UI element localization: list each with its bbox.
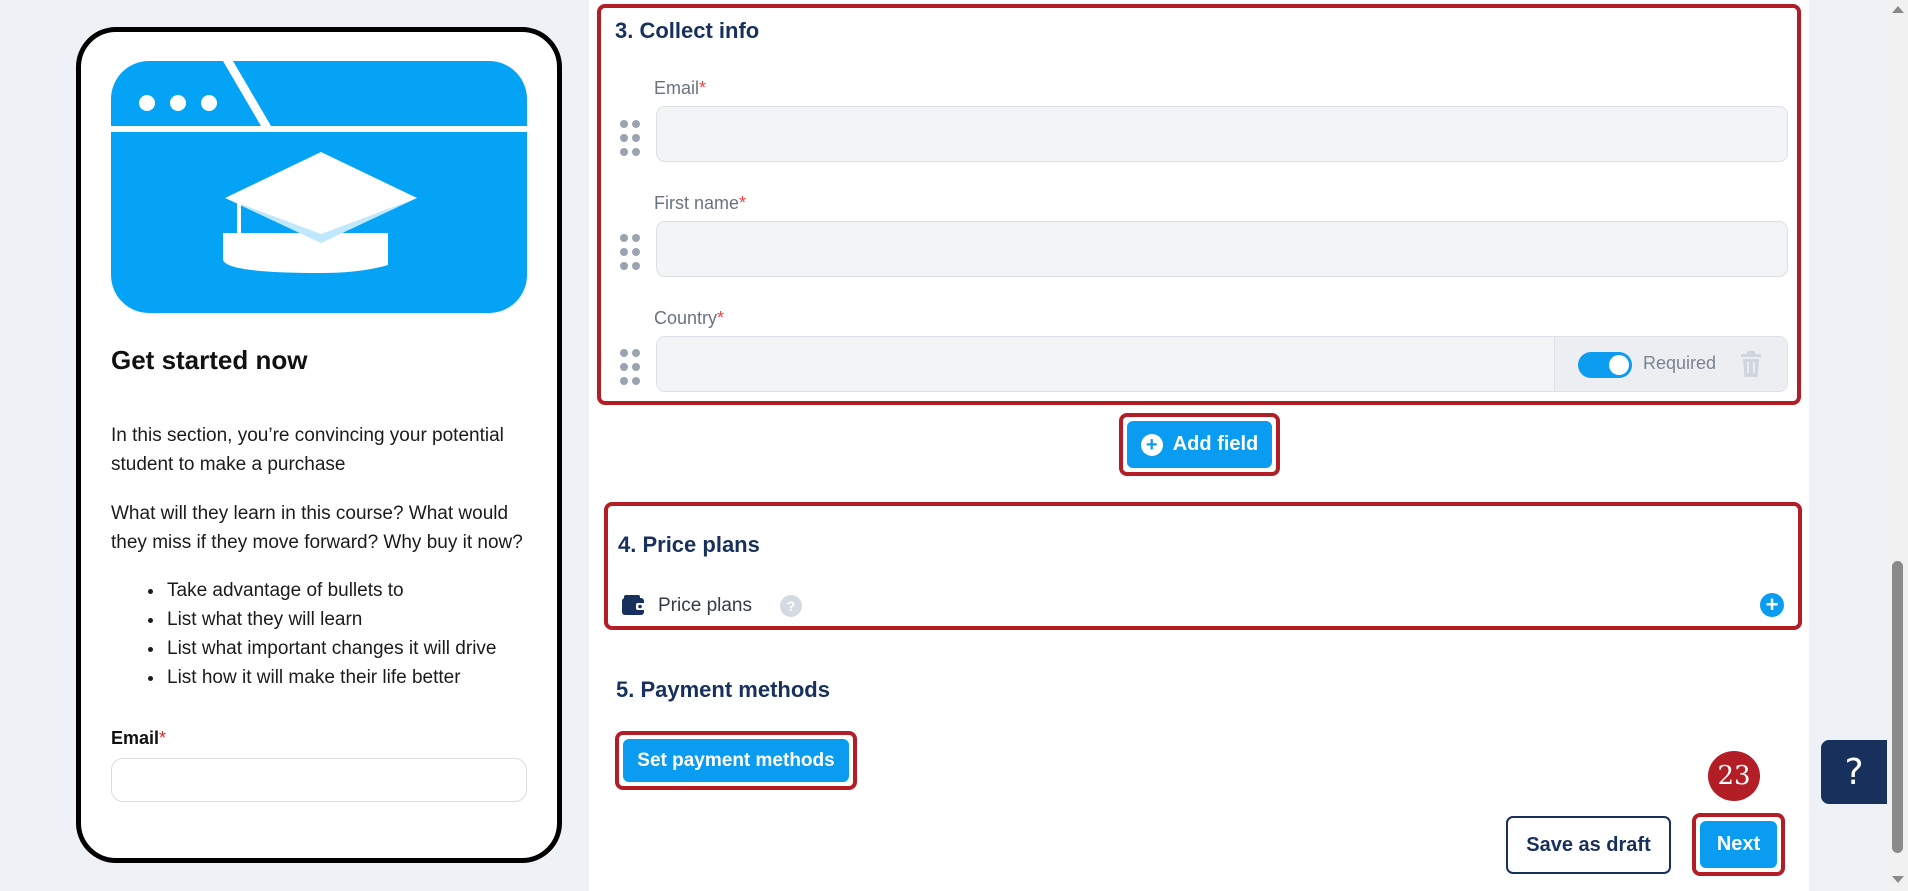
required-toggle-label: Required — [1643, 353, 1717, 373]
add-field-button[interactable]: + Add field — [1127, 421, 1272, 468]
price-plans-heading: 4. Price plans — [618, 532, 760, 557]
payment-methods-highlight: Set payment methods — [615, 731, 857, 790]
required-marker: * — [159, 728, 167, 748]
trash-icon[interactable] — [1741, 351, 1761, 377]
preview-title: Get started now — [111, 345, 308, 375]
course-hero-image — [111, 61, 527, 313]
plus-circle-icon: + — [1140, 433, 1163, 456]
list-item: List how it will make their life better — [165, 663, 527, 692]
payment-methods-heading: 5. Payment methods — [616, 677, 830, 702]
price-plans-row: Price plans ? + — [622, 592, 1784, 620]
price-plans-section: 4. Price plans Price plans ? + — [604, 502, 1802, 630]
preview-email-label: Email* — [111, 728, 167, 748]
country-field-label: Country* — [654, 308, 725, 328]
required-marker: * — [699, 78, 707, 98]
question-icon[interactable]: ? — [780, 595, 802, 617]
add-field-highlight: + Add field — [1119, 413, 1280, 476]
wallet-icon — [622, 595, 646, 615]
scrollbar-thumb[interactable] — [1892, 561, 1903, 853]
preview-paragraph: What will they learn in this course? Wha… — [111, 503, 523, 553]
next-highlight: Next — [1692, 813, 1785, 876]
set-payment-methods-button[interactable]: Set payment methods — [623, 739, 849, 782]
help-widget-button[interactable]: ? — [1821, 740, 1887, 804]
save-as-draft-button[interactable]: Save as draft — [1506, 816, 1671, 874]
list-item: List what important changes it will driv… — [165, 634, 527, 663]
email-field-label: Email* — [654, 78, 707, 98]
required-marker: * — [739, 193, 747, 213]
plus-circle-icon[interactable]: + — [1760, 593, 1784, 617]
preview-paragraph: In this section, you’re convincing your … — [111, 425, 504, 475]
list-item: Take advantage of bullets to — [165, 576, 527, 605]
first-name-field-label: First name* — [654, 193, 747, 213]
step-badge: 23 — [1708, 751, 1760, 801]
next-button[interactable]: Next — [1700, 821, 1777, 868]
first-name-field[interactable] — [656, 221, 1788, 277]
preview-bullet-list: Take advantage of bullets to List what t… — [111, 576, 527, 692]
collect-info-section: 3. Collect info Email* First name* Count… — [597, 4, 1801, 405]
price-plans-label: Price plans — [658, 595, 752, 616]
preview-email-input[interactable] — [111, 758, 527, 802]
required-toggle[interactable] — [1578, 352, 1632, 378]
list-item: List what they will learn — [165, 605, 527, 634]
course-preview-card: Get started now In this section, you’re … — [76, 27, 562, 863]
required-marker: * — [717, 308, 725, 328]
field-controls: Required — [1554, 337, 1787, 391]
scroll-down-icon[interactable] — [1892, 876, 1904, 883]
drag-handle-icon[interactable] — [619, 233, 641, 271]
email-field[interactable] — [656, 106, 1788, 162]
graduation-cap-icon — [111, 61, 527, 273]
country-field[interactable]: Required — [656, 336, 1788, 392]
drag-handle-icon[interactable] — [619, 348, 641, 386]
scrollbar[interactable] — [1887, 0, 1908, 891]
drag-handle-icon[interactable] — [619, 119, 641, 157]
scroll-up-icon[interactable] — [1892, 6, 1904, 13]
collect-info-heading: 3. Collect info — [615, 18, 760, 43]
